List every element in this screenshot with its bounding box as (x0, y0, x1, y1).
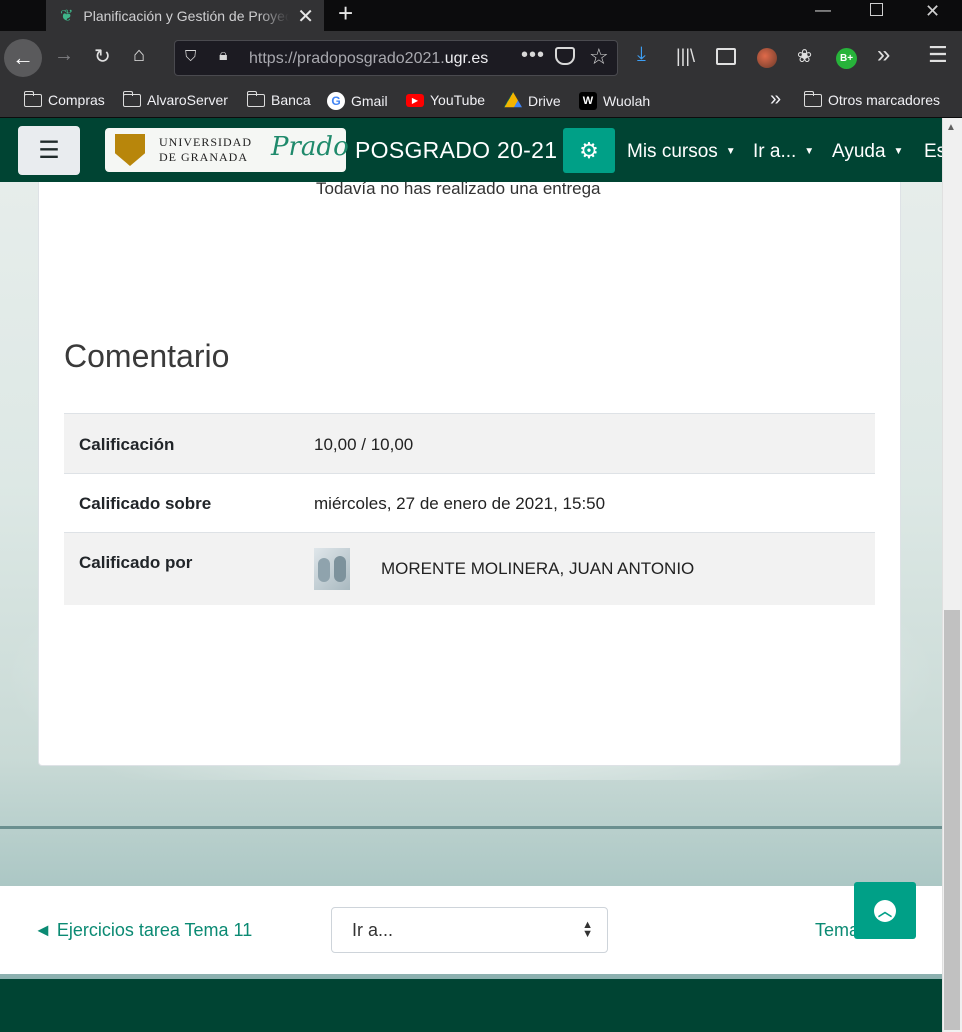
folder-icon (803, 90, 822, 107)
bookmark-compras[interactable]: Compras (23, 90, 105, 108)
jump-to-value: Ir a... (352, 920, 394, 940)
reload-icon[interactable]: ↻ (94, 44, 111, 69)
chevron-up-icon: ︿ (874, 899, 896, 922)
overflow-chevrons-icon[interactable]: » (877, 41, 890, 69)
grade-label: Calificación (79, 435, 175, 454)
url-host: pradoposgrado2021. (297, 50, 445, 67)
bookmark-label: Banca (271, 92, 311, 108)
google-icon: G (327, 92, 345, 110)
graded-by-row: Calificado por MORENTE MOLINERA, JUAN AN… (64, 532, 875, 605)
caret-down-icon: ▼ (725, 146, 736, 157)
menu-label: Es (924, 141, 942, 162)
pocket-icon[interactable] (555, 47, 575, 65)
logo-line2: DE GRANADA (159, 150, 248, 164)
feedback-heading: Comentario (64, 338, 230, 374)
folder-icon (122, 90, 141, 107)
url-scheme: https:// (249, 50, 298, 67)
back-icon[interactable]: ← (4, 39, 42, 77)
graded-on-row: Calificado sobre miércoles, 27 de enero … (64, 473, 875, 532)
menu-label: Mis cursos (627, 141, 718, 162)
tab-title: Planificación y Gestión de Proyectos (83, 7, 290, 24)
grade-row: Calificación 10,00 / 10,00 (64, 413, 875, 473)
maximize-icon[interactable] (870, 3, 883, 16)
page-actions-icon[interactable]: ••• (521, 44, 545, 67)
bookmark-banca[interactable]: Banca (246, 90, 311, 108)
bookmark-label: Wuolah (603, 93, 651, 109)
graded-on-label: Calificado sobre (79, 494, 212, 513)
menu-ir-a[interactable]: Ir a... ▼ (753, 141, 814, 163)
settings-button[interactable]: ⚙ (563, 128, 615, 173)
caret-down-icon: ▼ (804, 146, 815, 157)
active-tab[interactable]: ❦ Planificación y Gestión de Proyectos ✕ (46, 0, 324, 31)
drive-icon (504, 92, 522, 108)
downloads-icon[interactable]: ⤓ (637, 43, 646, 66)
logo-line1: UNIVERSIDAD (159, 135, 252, 149)
bookmark-gmail[interactable]: G Gmail (327, 92, 388, 110)
library-icon[interactable]: |||\ (676, 46, 695, 67)
account-avatar-icon[interactable] (757, 48, 777, 68)
wuolah-icon: W (579, 92, 597, 110)
back-to-top-button[interactable]: ︿ (854, 882, 916, 939)
bookmarks-overflow-icon[interactable]: » (770, 88, 781, 111)
bookmark-label: Drive (528, 93, 561, 109)
app-menu-icon[interactable]: ☰ (928, 42, 948, 68)
jump-to-select[interactable]: Ir a... ▲ ▼ (331, 907, 608, 953)
bookmark-label: Otros marcadores (828, 92, 941, 108)
sidebar-icon[interactable] (716, 48, 736, 65)
site-logo[interactable]: UNIVERSIDAD DE GRANADA Prado (105, 128, 349, 172)
caret-down-icon: ▼ (893, 146, 904, 157)
menu-label: Ir a... (753, 141, 797, 162)
prado-favicon-icon: ❦ (60, 7, 74, 25)
next-activity-link[interactable]: Tema (815, 920, 859, 941)
folder-icon (246, 90, 265, 107)
scroll-up-arrow-icon[interactable]: ▲ (946, 122, 956, 133)
bookmark-wuolah[interactable]: W Wuolah (579, 92, 650, 110)
forward-icon[interactable]: → (54, 44, 74, 67)
home-icon[interactable]: ⌂ (133, 44, 145, 67)
close-tab-icon[interactable]: ✕ (297, 4, 314, 29)
grader-avatar[interactable] (314, 548, 350, 590)
bookmark-label: AlvaroServer (147, 92, 228, 108)
gears-icon: ⚙ (579, 137, 599, 163)
bookmark-otros-marcadores[interactable]: Otros marcadores (803, 90, 941, 108)
graded-by-label: Calificado por (79, 553, 193, 572)
bookmark-youtube[interactable]: ▶ YouTube (406, 92, 485, 108)
menu-language[interactable]: Es (924, 141, 942, 163)
bookmark-label: Gmail (351, 93, 388, 109)
minimize-icon[interactable]: — (815, 2, 831, 20)
lock-icon[interactable]: 🔒︎ (219, 47, 228, 65)
select-arrows-icon: ▲ ▼ (582, 919, 593, 940)
hamburger-icon: ☰ (38, 137, 60, 164)
youtube-icon: ▶ (406, 93, 424, 107)
university-crest-icon (115, 134, 145, 166)
tracking-shield-icon[interactable]: ⛉ (185, 48, 196, 65)
prado-logo-text: Prado (271, 132, 349, 162)
menu-label: Ayuda (832, 141, 886, 162)
extension-paw-icon[interactable]: ❀ (797, 46, 812, 67)
bookmark-alvaroserver[interactable]: AlvaroServer (122, 90, 228, 108)
menu-ayuda[interactable]: Ayuda ▼ (832, 141, 903, 163)
bookmark-label: YouTube (430, 92, 486, 108)
bookmark-label: Compras (48, 92, 105, 108)
extension-badge-icon[interactable]: B+ (836, 48, 857, 69)
bookmark-drive[interactable]: Drive (504, 92, 561, 110)
bookmark-star-icon[interactable]: ☆ (589, 44, 609, 70)
content-divider (0, 826, 942, 829)
window-close-icon[interactable]: ✕ (925, 1, 940, 22)
grader-name[interactable]: MORENTE MOLINERA, JUAN ANTONIO (381, 559, 694, 579)
new-tab-icon[interactable]: + (338, 0, 353, 29)
drawer-toggle-button[interactable]: ☰ (18, 126, 80, 175)
url-domain: ugr.es (444, 50, 489, 67)
url-bar[interactable]: ⛉ 🔒︎ https://pradoposgrado2021.ugr.es ••… (174, 40, 618, 76)
previous-activity-link[interactable]: ◄ Ejercicios tarea Tema 11 (34, 920, 252, 941)
page-footer (0, 979, 942, 1032)
graded-on-value: miércoles, 27 de enero de 2021, 15:50 (314, 494, 606, 513)
site-name[interactable]: POSGRADO 20-21 (355, 137, 557, 164)
menu-mis-cursos[interactable]: Mis cursos ▼ (627, 141, 736, 163)
submission-status: Todavía no has realizado una entrega (316, 179, 601, 198)
scrollbar-thumb[interactable] (944, 610, 960, 1030)
folder-icon (23, 90, 42, 107)
url-text[interactable]: https://pradoposgrado2021.ugr.es (249, 50, 511, 68)
grade-value: 10,00 / 10,00 (314, 435, 414, 454)
